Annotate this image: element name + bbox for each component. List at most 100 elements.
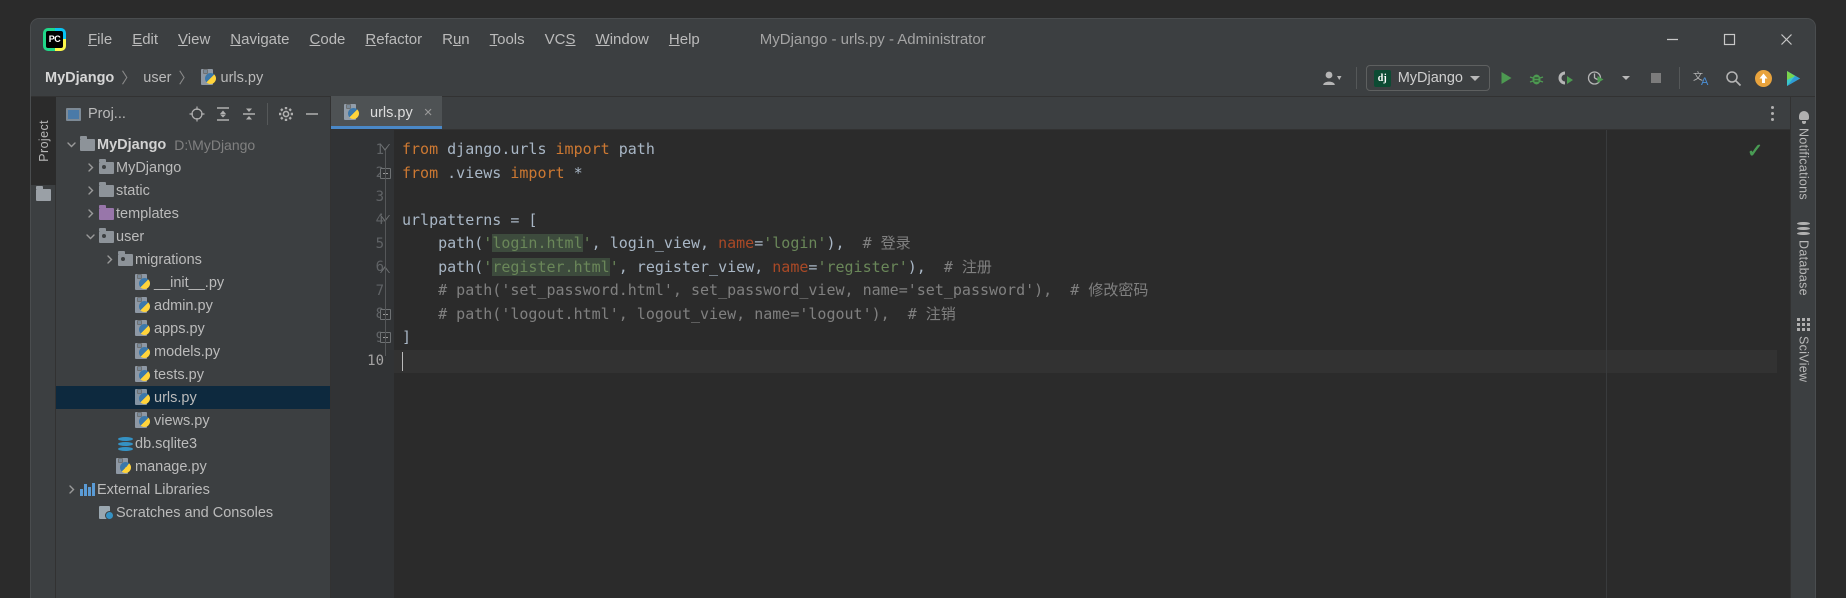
stop-button[interactable] bbox=[1642, 64, 1670, 92]
tree-item-templates[interactable]: templates bbox=[56, 202, 330, 225]
profile-button[interactable] bbox=[1582, 64, 1610, 92]
run-configuration-selector[interactable]: dj MyDjango bbox=[1365, 65, 1490, 91]
tree-item-migrations[interactable]: migrations bbox=[56, 248, 330, 271]
menu-tools[interactable]: Tools bbox=[480, 27, 535, 52]
debug-button[interactable] bbox=[1522, 64, 1550, 92]
code-line[interactable]: from .views import * bbox=[394, 162, 1777, 186]
expand-all-icon[interactable] bbox=[211, 102, 235, 126]
tree-item-scratches-and-consoles[interactable]: Scratches and Consoles bbox=[56, 501, 330, 524]
profile-dropdown-icon[interactable] bbox=[1612, 64, 1640, 92]
code-line[interactable]: path('login.html', login_view, name='log… bbox=[394, 232, 1777, 256]
code-line[interactable] bbox=[394, 185, 1777, 209]
update-project-icon[interactable] bbox=[1749, 64, 1777, 92]
breadcrumb-file[interactable]: urls.py bbox=[221, 70, 264, 86]
sidebar-item-project[interactable]: Project bbox=[31, 97, 56, 185]
gear-icon[interactable] bbox=[274, 102, 298, 126]
project-window-icon bbox=[66, 107, 81, 121]
tree-item-static[interactable]: static bbox=[56, 179, 330, 202]
code-token: * bbox=[564, 163, 583, 182]
scroll-from-source-icon[interactable] bbox=[185, 102, 209, 126]
tree-item-external-libraries[interactable]: External Libraries bbox=[56, 478, 330, 501]
user-account-icon[interactable] bbox=[1319, 64, 1347, 92]
folder-icon bbox=[99, 181, 114, 197]
breadcrumb-project[interactable]: MyDjango bbox=[45, 70, 114, 86]
tree-expand-arrow[interactable] bbox=[83, 232, 97, 241]
run-with-coverage-button[interactable] bbox=[1552, 64, 1580, 92]
search-icon[interactable] bbox=[1719, 64, 1747, 92]
python-file-icon bbox=[200, 69, 216, 86]
text-caret bbox=[402, 351, 403, 371]
tree-item-label: user bbox=[116, 228, 145, 245]
sidebar-item-database[interactable]: Database bbox=[1791, 214, 1815, 310]
code-line[interactable]: urlpatterns = [ bbox=[394, 209, 1777, 233]
tree-item-apps-py[interactable]: apps.py bbox=[56, 317, 330, 340]
tree-item-label: apps.py bbox=[154, 320, 205, 337]
python-file-icon bbox=[135, 274, 150, 291]
menu-view[interactable]: View bbox=[168, 27, 220, 52]
menu-file[interactable]: File bbox=[78, 27, 122, 52]
structure-folder-icon[interactable] bbox=[36, 186, 51, 201]
tree-item--init-py[interactable]: __init__.py bbox=[56, 271, 330, 294]
code-line[interactable]: # path('logout.html', logout_view, name=… bbox=[394, 303, 1777, 327]
menu-edit[interactable]: Edit bbox=[122, 27, 168, 52]
tree-item-mydjango[interactable]: MyDjango D:\MyDjango bbox=[56, 133, 330, 156]
maximize-icon[interactable] bbox=[1701, 19, 1758, 59]
collapse-all-icon[interactable] bbox=[237, 102, 261, 126]
code-line[interactable]: # path('set_password.html', set_password… bbox=[394, 279, 1777, 303]
code-line[interactable]: from django.urls import path bbox=[394, 138, 1777, 162]
hide-panel-icon[interactable] bbox=[300, 102, 324, 126]
sidebar-item-sciview[interactable]: SciView bbox=[1791, 310, 1815, 396]
tree-item-tests-py[interactable]: tests.py bbox=[56, 363, 330, 386]
code-token: from bbox=[402, 163, 439, 182]
tree-item-models-py[interactable]: models.py bbox=[56, 340, 330, 363]
scratches-icon bbox=[99, 505, 114, 520]
menu-window[interactable]: Window bbox=[586, 27, 659, 52]
code-token: ' bbox=[609, 257, 619, 276]
editor-tab-urls-py[interactable]: urls.py × bbox=[331, 96, 443, 129]
menu-help[interactable]: Help bbox=[659, 27, 710, 52]
editor-options-icon[interactable] bbox=[1760, 101, 1784, 125]
code-line[interactable] bbox=[394, 349, 1777, 373]
sidebar-item-notifications-label: Notifications bbox=[1796, 128, 1811, 200]
tree-item-urls-py[interactable]: urls.py bbox=[56, 386, 330, 409]
close-icon[interactable]: × bbox=[424, 104, 433, 121]
code-token: # path('logout.html', logout_view, name=… bbox=[402, 304, 956, 323]
close-icon[interactable] bbox=[1758, 19, 1815, 59]
tree-item-user[interactable]: user bbox=[56, 225, 330, 248]
code-token: # 登录 bbox=[862, 234, 911, 252]
tree-expand-arrow[interactable] bbox=[64, 485, 78, 494]
tree-expand-arrow[interactable] bbox=[83, 209, 97, 218]
code-folding-column[interactable] bbox=[378, 138, 394, 598]
tree-item-admin-py[interactable]: admin.py bbox=[56, 294, 330, 317]
minimize-icon[interactable] bbox=[1644, 19, 1701, 59]
tree-item-label: MyDjango bbox=[116, 159, 182, 176]
tree-item-manage-py[interactable]: manage.py bbox=[56, 455, 330, 478]
menu-refactor[interactable]: Refactor bbox=[355, 27, 432, 52]
editor-vertical-scrollbar[interactable] bbox=[1777, 130, 1790, 598]
menu-code[interactable]: Code bbox=[300, 27, 356, 52]
ide-assistant-icon[interactable] bbox=[1779, 64, 1807, 92]
sidebar-item-project-label: Project bbox=[36, 120, 51, 162]
breadcrumb-folder[interactable]: user bbox=[143, 70, 171, 86]
tree-item-views-py[interactable]: views.py bbox=[56, 409, 330, 432]
tree-expand-arrow[interactable] bbox=[83, 186, 97, 195]
menu-vcs[interactable]: VCS bbox=[535, 27, 586, 52]
project-tree[interactable]: MyDjango D:\MyDjango MyDjango static templat… bbox=[56, 131, 330, 598]
inspection-status-icon[interactable]: ✓ bbox=[1747, 140, 1763, 163]
code-editor[interactable]: 12345678910 ✓ from django.urls import pa… bbox=[331, 130, 1790, 598]
sidebar-item-notifications[interactable]: Notifications bbox=[1791, 103, 1815, 214]
menu-navigate[interactable]: Navigate bbox=[220, 27, 299, 52]
tree-expand-arrow[interactable] bbox=[83, 163, 97, 172]
tree-item-mydjango[interactable]: MyDjango bbox=[56, 156, 330, 179]
tree-expand-arrow[interactable] bbox=[64, 140, 78, 149]
tree-expand-arrow[interactable] bbox=[102, 255, 116, 264]
menu-run[interactable]: Run bbox=[432, 27, 480, 52]
translate-icon[interactable]: 文 A bbox=[1689, 64, 1717, 92]
code-line[interactable]: ] bbox=[394, 326, 1777, 350]
tree-item-db-sqlite3[interactable]: db.sqlite3 bbox=[56, 432, 330, 455]
run-button[interactable] bbox=[1492, 64, 1520, 92]
editor-gutter[interactable]: 12345678910 bbox=[331, 130, 394, 598]
code-line[interactable]: path('register.html', register_view, nam… bbox=[394, 256, 1777, 280]
pycharm-window: PC File Edit View Navigate Code Refactor… bbox=[30, 18, 1816, 598]
code-content[interactable]: ✓ from django.urls import path from .view… bbox=[394, 130, 1777, 598]
